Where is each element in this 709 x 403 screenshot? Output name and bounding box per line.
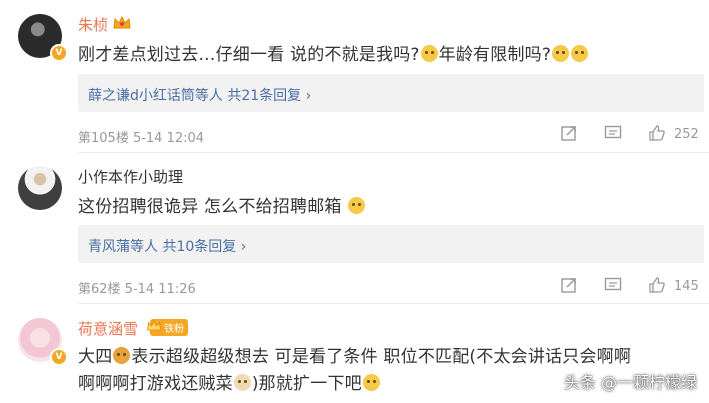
like-icon[interactable] [648, 124, 666, 142]
crown-icon [147, 320, 161, 331]
watermark: 头条 @一颗柠檬绿 [563, 373, 697, 392]
shy-emoji-icon [347, 197, 365, 214]
chevron-right-icon: › [240, 239, 247, 255]
reply-users[interactable]: 薛之谦d小红话筒等人 [88, 88, 223, 104]
commenter-name[interactable]: 朱桢 [78, 14, 108, 35]
comment-text: 这份招聘很诡异 怎么不给招聘邮箱 [78, 192, 366, 217]
comment-icon[interactable] [604, 125, 622, 141]
reply-summary[interactable]: 薛之谦d小红话筒等人 共21条回复 › [78, 74, 704, 112]
chevron-right-icon: › [305, 88, 312, 104]
smile-emoji-icon [420, 45, 438, 62]
reply-count[interactable]: 共21条回复 [227, 88, 301, 104]
comment-icon[interactable] [604, 277, 622, 293]
laugh-cry-emoji-icon [552, 45, 570, 62]
reply-summary[interactable]: 青风蒲等人 共10条回复 › [78, 225, 704, 263]
commenter-name[interactable]: 荷意涵雪 [78, 318, 138, 339]
grin-emoji-icon [362, 374, 380, 391]
floor-time: 第62楼 5-14 11:26 [78, 282, 196, 297]
cat-emoji-icon [233, 374, 251, 391]
verified-badge-icon: V [50, 44, 68, 62]
like-count: 252 [674, 127, 699, 142]
verified-badge-icon: V [50, 348, 68, 366]
doge-emoji-icon [113, 347, 131, 364]
avatar[interactable] [18, 166, 62, 210]
like-count: 145 [674, 279, 699, 294]
divider [78, 152, 709, 153]
like-icon[interactable] [648, 276, 666, 294]
laugh-cry-emoji-icon [571, 45, 589, 62]
comment-text: 刚才差点划过去…仔细一看 说的不就是我吗? 年龄有限制吗? [78, 40, 589, 65]
commenter-name[interactable]: 小作本作小助理 [78, 166, 183, 187]
reply-users[interactable]: 青风蒲等人 [88, 239, 158, 255]
share-icon[interactable] [560, 124, 578, 142]
divider [78, 303, 709, 304]
share-icon[interactable] [560, 276, 578, 294]
reply-count[interactable]: 共10条回复 [162, 239, 236, 255]
floor-time: 第105楼 5-14 12:04 [78, 131, 205, 146]
crown-icon [113, 15, 131, 29]
